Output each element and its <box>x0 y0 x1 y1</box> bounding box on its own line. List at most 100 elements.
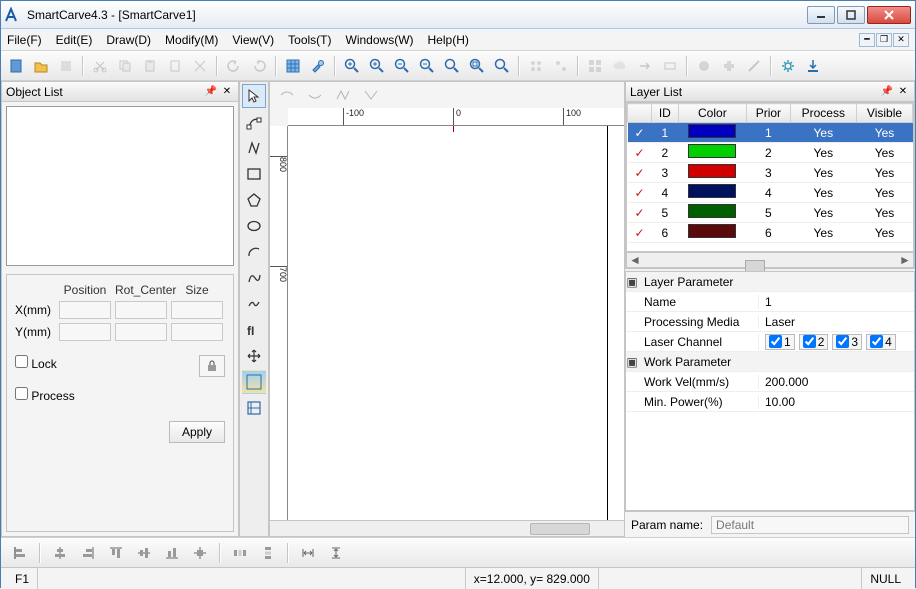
layer-row[interactable]: ✓44YesYes <box>628 183 913 203</box>
window-maximize-button[interactable] <box>837 6 865 24</box>
layer-th-process[interactable]: Process <box>790 104 856 123</box>
layer-panel-close-icon[interactable]: ✕ <box>896 85 910 99</box>
apply-button[interactable]: Apply <box>169 421 225 443</box>
y-rotcenter-input[interactable] <box>115 323 167 341</box>
redo-icon[interactable] <box>248 55 270 77</box>
delete-icon[interactable] <box>164 55 186 77</box>
distribute-h-icon[interactable] <box>229 542 251 564</box>
group-icon[interactable] <box>525 55 547 77</box>
param-name-input[interactable] <box>711 516 909 534</box>
save-file-icon[interactable] <box>55 55 77 77</box>
param-media-value[interactable]: Laser <box>758 315 914 329</box>
x-size-input[interactable] <box>171 301 223 319</box>
ellipse-tool-icon[interactable] <box>242 214 266 238</box>
ungroup-icon[interactable] <box>550 55 572 77</box>
menu-edit[interactable]: Edit(E) <box>56 33 93 47</box>
scroll-left-icon[interactable]: ◄ <box>627 253 643 267</box>
mdi-minimize-button[interactable]: ━ <box>859 33 875 47</box>
open-file-icon[interactable] <box>30 55 52 77</box>
object-list-area[interactable] <box>6 106 234 266</box>
image-tool-icon[interactable] <box>242 370 266 394</box>
same-height-icon[interactable] <box>325 542 347 564</box>
drawing-canvas[interactable] <box>288 126 624 520</box>
layer-row[interactable]: ✓55YesYes <box>628 203 913 223</box>
layer-table[interactable]: ID Color Prior Process Visible ✓11YesYes… <box>627 103 913 243</box>
polygon-tool-icon[interactable] <box>242 188 266 212</box>
grid-toggle-icon[interactable] <box>282 55 304 77</box>
misc1-icon[interactable] <box>659 55 681 77</box>
layer-row[interactable]: ✓66YesYes <box>628 223 913 243</box>
align-left-icon[interactable] <box>9 542 31 564</box>
group-work-param[interactable]: Work Parameter <box>638 355 758 369</box>
cloud-icon[interactable] <box>609 55 631 77</box>
zoom-out2-icon[interactable] <box>416 55 438 77</box>
zoom-in-icon[interactable] <box>341 55 363 77</box>
align-hcenter-icon[interactable] <box>49 542 71 564</box>
layer-th-id[interactable]: ID <box>652 104 679 123</box>
menu-modify[interactable]: Modify(M) <box>165 33 218 47</box>
align-top-icon[interactable] <box>105 542 127 564</box>
array-icon[interactable] <box>584 55 606 77</box>
layer-row[interactable]: ✓33YesYes <box>628 163 913 183</box>
node-join-icon[interactable] <box>360 84 382 106</box>
channel-4-checkbox[interactable]: 4 <box>866 334 896 350</box>
copy-icon[interactable] <box>114 55 136 77</box>
zoom-fit-icon[interactable] <box>441 55 463 77</box>
channel-3-checkbox[interactable]: 3 <box>832 334 862 350</box>
mdi-restore-button[interactable]: ❐ <box>876 33 892 47</box>
plus-icon[interactable] <box>718 55 740 77</box>
window-minimize-button[interactable] <box>807 6 835 24</box>
bezier-tool-icon[interactable] <box>242 266 266 290</box>
menu-tools[interactable]: Tools(T) <box>288 33 331 47</box>
lock-checkbox[interactable] <box>15 355 28 368</box>
zoom-out-icon[interactable] <box>391 55 413 77</box>
line-tool-icon[interactable] <box>242 136 266 160</box>
layer-th-prior[interactable]: Prior <box>747 104 791 123</box>
channel-1-checkbox[interactable]: 1 <box>765 334 795 350</box>
layer-th-color[interactable]: Color <box>678 104 746 123</box>
layer-row[interactable]: ✓11YesYes <box>628 123 913 143</box>
menu-help[interactable]: Help(H) <box>428 33 469 47</box>
download-icon[interactable] <box>802 55 824 77</box>
align-vcenter-icon[interactable] <box>133 542 155 564</box>
settings-icon[interactable] <box>307 55 329 77</box>
param-vel-value[interactable]: 200.000 <box>758 375 914 389</box>
menu-windows[interactable]: Windows(W) <box>346 33 414 47</box>
canvas-scrollbar-h[interactable] <box>270 520 624 536</box>
zoom-in2-icon[interactable] <box>366 55 388 77</box>
align-right-icon[interactable] <box>77 542 99 564</box>
mdi-close-button[interactable]: ✕ <box>893 33 909 47</box>
panel-pin-icon[interactable]: 📌 <box>204 85 218 99</box>
undo-icon[interactable] <box>223 55 245 77</box>
distribute-v-icon[interactable] <box>257 542 279 564</box>
same-width-icon[interactable] <box>297 542 319 564</box>
param-pow-value[interactable]: 10.00 <box>758 395 914 409</box>
arrow-icon[interactable] <box>634 55 656 77</box>
cut-icon[interactable] <box>89 55 111 77</box>
layer-row[interactable]: ✓22YesYes <box>628 143 913 163</box>
measure-tool-icon[interactable] <box>242 396 266 420</box>
text-tool-icon[interactable]: fI <box>242 318 266 342</box>
x-position-input[interactable] <box>59 301 111 319</box>
channel-2-checkbox[interactable]: 2 <box>799 334 829 350</box>
node-add-icon[interactable] <box>276 84 298 106</box>
param-name-value[interactable]: 1 <box>758 295 914 309</box>
new-file-icon[interactable] <box>5 55 27 77</box>
slash-icon[interactable] <box>743 55 765 77</box>
layer-th-visible[interactable]: Visible <box>857 104 913 123</box>
arc-tool-icon[interactable] <box>242 240 266 264</box>
paste-icon[interactable] <box>139 55 161 77</box>
gear-icon[interactable] <box>777 55 799 77</box>
node-tool-icon[interactable] <box>242 110 266 134</box>
circle-fill-icon[interactable] <box>693 55 715 77</box>
zoom-sel-icon[interactable] <box>466 55 488 77</box>
cut2-icon[interactable] <box>189 55 211 77</box>
process-checkbox[interactable] <box>15 387 28 400</box>
freehand-tool-icon[interactable] <box>242 292 266 316</box>
process-checkbox-label[interactable]: Process <box>15 387 169 403</box>
node-del-icon[interactable] <box>304 84 326 106</box>
y-size-input[interactable] <box>171 323 223 341</box>
menu-file[interactable]: File(F) <box>7 33 42 47</box>
window-close-button[interactable] <box>867 6 911 24</box>
layer-panel-pin-icon[interactable]: 📌 <box>880 85 894 99</box>
